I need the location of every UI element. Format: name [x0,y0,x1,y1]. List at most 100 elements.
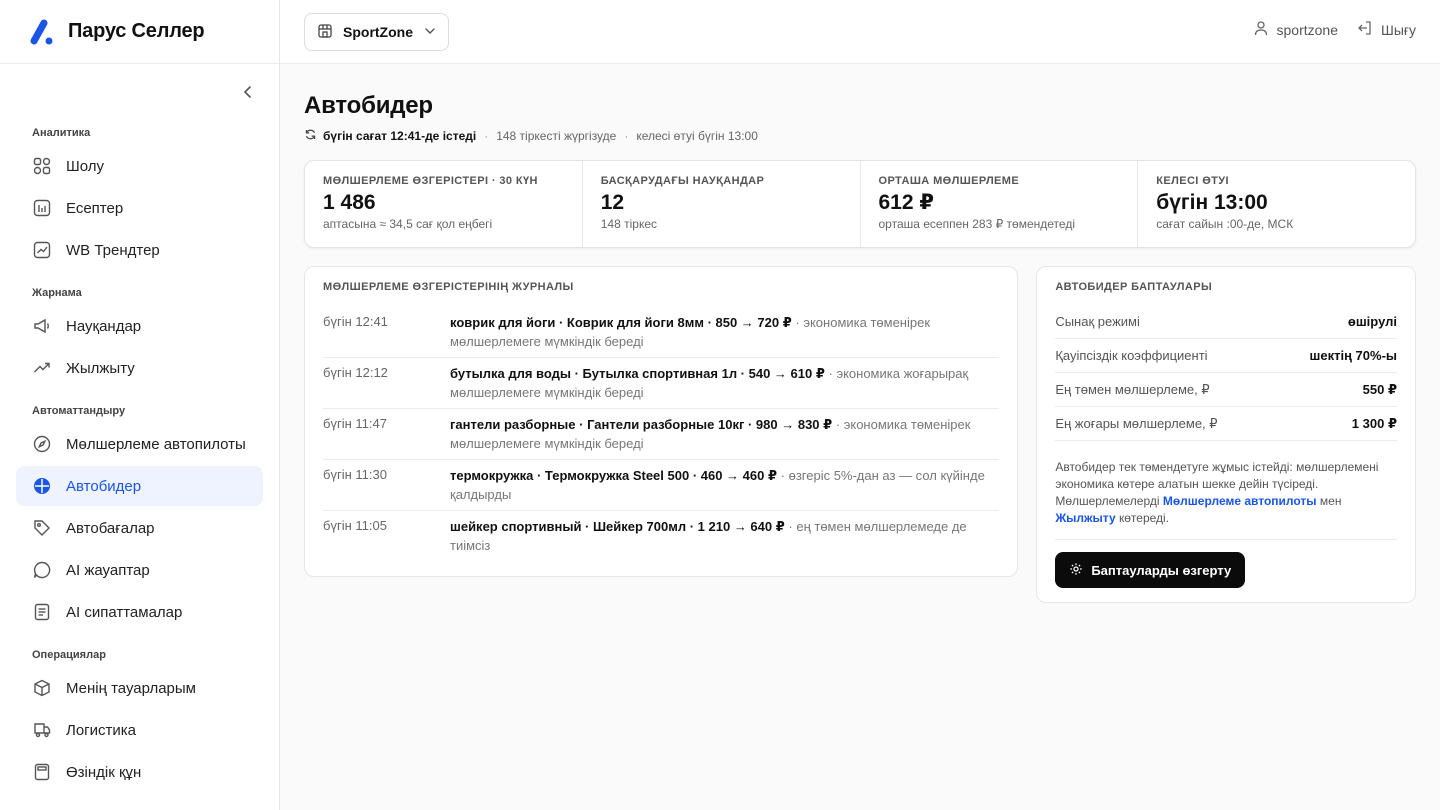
row-main: гантели разборные · Гантели разборные 10… [450,417,833,432]
sidebar-item-campaigns[interactable]: Науқандар [16,306,263,346]
top-bar: SportZone sportzone Шығу [280,0,1440,64]
collapse-sidebar-icon[interactable] [236,80,260,104]
sidebar-item-label: Өзіндік құн [66,763,142,781]
logout-button[interactable]: Шығу [1357,20,1416,39]
trending-up-icon [32,358,52,378]
setting-min-bid: Ең төмен мөлшерлеме, ₽ 550 ₽ [1055,373,1397,407]
setting-test-mode: Сынақ режимі өшірулі [1055,305,1397,339]
run-status: бүгін сағат 12:41-де істеді · 148 тіркес… [304,128,1416,144]
journal-row: бүгін 11:30 термокружка · Термокружка St… [323,460,1000,511]
sidebar-item-cost[interactable]: Өзіндік құн [16,752,263,792]
stat-label: ОРТАША МӨЛШЕРЛЕМЕ [878,175,1020,187]
sidebar-item-ai-descriptions[interactable]: AI сипаттамалар [16,592,263,632]
separator: · [624,129,629,143]
report-icon [32,198,52,218]
trend-chart-icon [32,240,52,260]
journal-row: бүгін 12:12 бутылка для воды · Бутылка с… [323,358,1000,409]
row-time: бүгін 11:05 [323,518,387,533]
setting-value: шектің 70%-ы [1309,348,1397,363]
brand-logo-icon [24,16,56,48]
page-title: Автобидер [304,92,433,119]
autobidder-icon [32,476,52,496]
stat-next-run: КЕЛЕСІ ӨТУІ бүгін 13:00 сағат сайын :00-… [1138,161,1415,247]
sidebar-nav: Аналитика Шолу Есептер WB Трендтер Жарна… [16,110,263,794]
row-time: бүгін 11:30 [323,467,387,482]
sidebar-item-label: AI сипаттамалар [66,603,183,621]
settings-title: АВТОБИДЕР БАПТАУЛАРЫ [1055,281,1213,293]
megaphone-icon [32,316,52,336]
edit-settings-button[interactable]: Баптауларды өзгерту [1055,552,1246,588]
stat-value: 12 [600,191,625,214]
grid-icon [32,156,52,176]
sidebar-item-label: Автобидер [66,477,142,495]
brand-name: Парус Селлер [68,20,205,42]
logout-label: Шығу [1381,21,1416,38]
brand[interactable]: Парус Селлер [0,0,279,64]
stat-sub: аптасына ≈ 34,5 сағ қол еңбегі [323,217,493,231]
refresh-icon [304,128,317,144]
stat-bid-changes: МӨЛШЕРЛЕМЕ ӨЗГЕРІСТЕРІ · 30 КҮН 1 486 ап… [305,161,583,247]
row-time: бүгін 12:41 [323,314,388,329]
main-content: Автобидер бүгін сағат 12:41-де істеді · … [304,64,1416,603]
store-selector[interactable]: SportZone [304,13,449,51]
sidebar-item-label: Есептер [66,199,124,217]
setting-value: өшірулі [1347,314,1397,329]
setting-value: 1 300 ₽ [1351,415,1397,431]
gear-icon [1069,562,1083,579]
sidebar-item-reports[interactable]: Есептер [16,188,263,228]
row-time: бүгін 12:12 [323,365,388,380]
sidebar-item-bid-autopilot[interactable]: Мөлшерлеме автопилоты [16,424,263,464]
sidebar-item-my-products[interactable]: Менің тауарларым [16,668,263,708]
sidebar-item-autoprices[interactable]: Автобағалар [16,508,263,548]
bid-changes-journal: МӨЛШЕРЛЕМЕ ӨЗГЕРІСТЕРІНІҢ ЖУРНАЛЫ бүгін … [304,266,1019,577]
stat-average-bid: ОРТАША МӨЛШЕРЛЕМЕ 612 ₽ орташа есеппен 2… [861,161,1139,247]
sidebar-item-logistics[interactable]: Логистика [16,710,263,750]
sidebar-item-wb-trends[interactable]: WB Трендтер [16,230,263,270]
setting-label: Қауіпсіздік коэффициенті [1055,348,1208,363]
row-main: термокружка · Термокружка Steel 500 · 46… [450,468,778,483]
row-time: бүгін 11:47 [323,416,387,431]
status-active-phrases: 148 тіркесті жүргізуде [496,129,617,143]
user-menu[interactable]: sportzone [1253,20,1338,39]
status-last-run: бүгін сағат 12:41-де істеді [323,129,477,143]
sidebar-item-label: Жылжыту [66,359,135,377]
note-text: мен [1316,494,1342,508]
document-icon [32,602,52,622]
journal-row: бүгін 11:47 гантели разборные · Гантели … [323,409,1000,460]
sidebar-item-ai-answers[interactable]: AI жауаптар [16,550,263,590]
bid-autopilot-link[interactable]: Мөлшерлеме автопилоты [1163,494,1317,508]
sidebar-item-label: WB Трендтер [66,241,160,259]
settings-note: Автобидер тек төмендетуге жұмыс істейді:… [1055,459,1397,540]
button-label: Баптауларды өзгерту [1091,562,1232,578]
separator: · [484,129,489,143]
sidebar-item-promotion[interactable]: Жылжыту [16,348,263,388]
journal-title: МӨЛШЕРЛЕМЕ ӨЗГЕРІСТЕРІНІҢ ЖУРНАЛЫ [323,281,574,293]
row-main: шейкер спортивный · Шейкер 700мл · 1 210… [450,519,785,534]
sidebar-item-overview[interactable]: Шолу [16,146,263,186]
status-next-run: келесі өтуі бүгін 13:00 [636,129,758,143]
sidebar-item-label: Науқандар [66,317,142,335]
compass-icon [32,434,52,454]
note-text: көтереді. [1115,511,1170,525]
store-icon [317,23,333,42]
store-name: SportZone [343,24,413,40]
chevron-down-icon [424,24,436,40]
chat-icon [32,560,52,580]
truck-icon [32,720,52,740]
nav-group-title: Жарнама [32,287,82,299]
sidebar-item-label: Логистика [66,721,137,739]
user-name: sportzone [1276,21,1338,38]
sidebar-item-autobidder[interactable]: Автобидер [16,466,263,506]
autobidder-settings: АВТОБИДЕР БАПТАУЛАРЫ Сынақ режимі өшірул… [1036,266,1416,603]
promotion-link[interactable]: Жылжыту [1055,511,1115,525]
journal-row: бүгін 11:05 шейкер спортивный · Шейкер 7… [323,511,999,562]
nav-group-title: Аналитика [32,127,91,139]
stat-label: КЕЛЕСІ ӨТУІ [1156,175,1229,187]
sidebar-item-label: Шолу [66,157,105,175]
sidebar-item-label: Автобағалар [66,519,155,537]
setting-label: Ең төмен мөлшерлеме, ₽ [1055,381,1210,397]
row-main: бутылка для воды · Бутылка спортивная 1л… [450,366,825,381]
setting-label: Сынақ режимі [1055,314,1140,329]
setting-max-bid: Ең жоғары мөлшерлеме, ₽ 1 300 ₽ [1055,407,1397,441]
stat-label: БАСҚАРУДАҒЫ НАУҚАНДАР [600,175,765,187]
